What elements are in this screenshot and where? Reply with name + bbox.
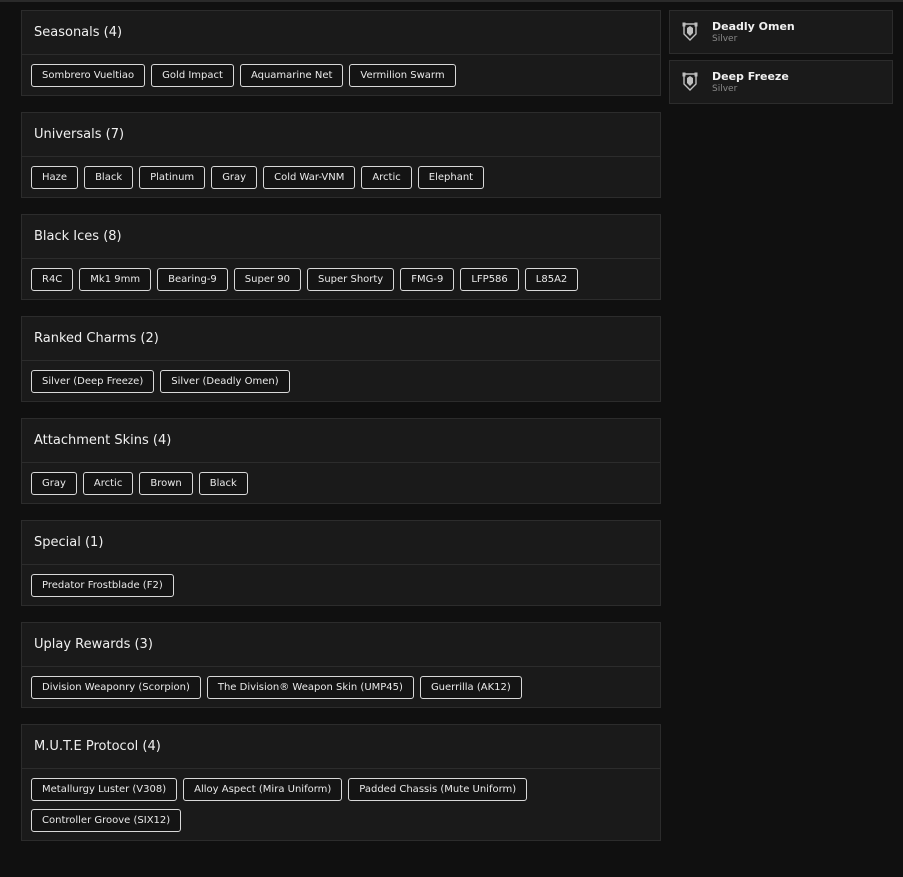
item-tag[interactable]: LFP586	[460, 268, 519, 291]
charm-card[interactable]: Deep Freeze Silver	[669, 60, 893, 104]
section-panel: Attachment Skins (4) Gray Arctic Brown Black	[21, 418, 661, 504]
item-tag[interactable]: Predator Frostblade (F2)	[31, 574, 174, 597]
item-tag[interactable]: Gray	[31, 472, 77, 495]
section-title: Universals (7)	[22, 113, 660, 157]
section-panel: M.U.T.E Protocol (4) Metallurgy Luster (V…	[21, 724, 661, 841]
item-tag[interactable]: Gold Impact	[151, 64, 234, 87]
item-tag[interactable]: FMG-9	[400, 268, 455, 291]
section-panel: Ranked Charms (2) Silver (Deep Freeze) Sil…	[21, 316, 661, 402]
section-items: R4C Mk1 9mm Bearing-9 Super 90 Super Shorty F…	[22, 259, 660, 299]
item-tag[interactable]: Brown	[139, 472, 193, 495]
item-tag[interactable]: Elephant	[417, 166, 485, 189]
section-items: Predator Frostblade (F2)	[22, 565, 660, 605]
item-tag[interactable]: Gray	[211, 166, 258, 189]
charm-name: Deep Freeze	[712, 69, 789, 83]
item-tag[interactable]: Mk1 9mm	[79, 268, 152, 291]
section-panel: Black Ices (8) R4C Mk1 9mm Bearing-9 Super 9…	[21, 214, 661, 300]
section-items: Silver (Deep Freeze) Silver (Deadly Omen)	[22, 361, 660, 401]
rank-badge-icon	[682, 72, 698, 91]
item-tag[interactable]: The Division® Weapon Skin (UMP45)	[206, 676, 414, 699]
section-items: Haze Black Platinum Gray Cold War-VNM Arctic E…	[22, 157, 660, 197]
item-tag[interactable]: R4C	[31, 268, 74, 291]
item-tag[interactable]: Metallurgy Luster (V308)	[31, 778, 178, 801]
item-tag[interactable]: Padded Chassis (Mute Uniform)	[348, 778, 528, 801]
item-tag[interactable]: Super Shorty	[307, 268, 395, 291]
section-items: Sombrero Vueltiao Gold Impact Aquamarine N…	[22, 55, 660, 95]
section-title: Special (1)	[22, 521, 660, 565]
item-tag[interactable]: Silver (Deadly Omen)	[160, 370, 290, 393]
charm-list: Deadly Omen Silver Deep Freeze Silver	[669, 10, 893, 110]
item-tag[interactable]: Vermilion Swarm	[349, 64, 456, 87]
item-tag[interactable]: Arctic	[82, 472, 134, 495]
item-tag[interactable]: Cold War-VNM	[263, 166, 356, 189]
charm-rank: Silver	[712, 33, 738, 44]
section-title: M.U.T.E Protocol (4)	[22, 725, 660, 769]
charm-rank: Silver	[712, 83, 738, 94]
section-title: Seasonals (4)	[22, 11, 660, 55]
item-tag[interactable]: Black	[84, 166, 134, 189]
section-title: Black Ices (8)	[22, 215, 660, 259]
item-tag[interactable]: Haze	[31, 166, 79, 189]
section-panel: Uplay Rewards (3) Division Weaponry (Scor…	[21, 622, 661, 708]
item-sections: Seasonals (4) Sombrero Vueltiao Gold Impac…	[21, 10, 661, 841]
section-title: Attachment Skins (4)	[22, 419, 660, 463]
charm-name: Deadly Omen	[712, 19, 795, 33]
section-items: Division Weaponry (Scorpion) The Division…	[22, 667, 660, 707]
rank-badge-icon	[682, 22, 698, 41]
section-items: Metallurgy Luster (V308) Alloy Aspect (Mi…	[22, 769, 660, 840]
item-tag[interactable]: L85A2	[524, 268, 579, 291]
section-panel: Special (1) Predator Frostblade (F2)	[21, 520, 661, 606]
item-tag[interactable]: Guerrilla (AK12)	[419, 676, 522, 699]
section-panel: Universals (7) Haze Black Platinum Gray Cold …	[21, 112, 661, 198]
item-tag[interactable]: Alloy Aspect (Mira Uniform)	[183, 778, 343, 801]
item-tag[interactable]: Black	[198, 472, 248, 495]
top-divider	[0, 0, 903, 2]
item-tag[interactable]: Silver (Deep Freeze)	[31, 370, 155, 393]
item-tag[interactable]: Platinum	[139, 166, 206, 189]
item-tag[interactable]: Super 90	[233, 268, 301, 291]
item-tag[interactable]: Controller Groove (SIX12)	[31, 809, 182, 832]
charm-card[interactable]: Deadly Omen Silver	[669, 10, 893, 54]
section-items: Gray Arctic Brown Black	[22, 463, 660, 503]
charm-text: Deep Freeze Silver	[712, 70, 789, 95]
section-panel: Seasonals (4) Sombrero Vueltiao Gold Impac…	[21, 10, 661, 96]
item-tag[interactable]: Sombrero Vueltiao	[31, 64, 146, 87]
item-tag[interactable]: Bearing-9	[157, 268, 228, 291]
section-title: Uplay Rewards (3)	[22, 623, 660, 667]
item-tag[interactable]: Aquamarine Net	[239, 64, 344, 87]
item-tag[interactable]: Division Weaponry (Scorpion)	[31, 676, 201, 699]
item-tag[interactable]: Arctic	[361, 166, 412, 189]
section-title: Ranked Charms (2)	[22, 317, 660, 361]
charm-text: Deadly Omen Silver	[712, 20, 795, 45]
